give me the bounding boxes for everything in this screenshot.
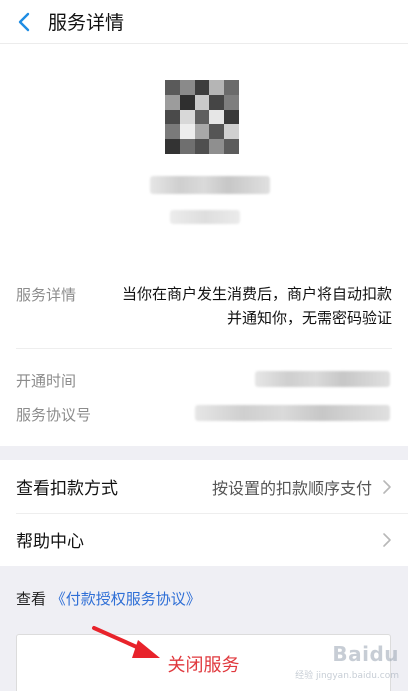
open-time-label: 开通时间 [16,372,77,390]
payment-method-label: 查看扣款方式 [16,479,118,499]
payment-method-item[interactable]: 查看扣款方式 按设置的扣款顺序支付 [0,460,408,513]
merchant-name-redacted [150,176,270,194]
agreement-number-value-redacted [195,405,390,421]
watermark-brand: Baidu [332,642,399,666]
open-time-value-redacted [255,371,390,387]
watermark: Baidu 经验 jingyan.baidu.com [280,640,405,688]
service-info-card: 服务详情 当你在商户发生消费后，商户将自动扣款并通知你，无需密码验证 开通时间 … [0,260,408,446]
chevron-left-icon [18,12,30,31]
merchant-subtitle-redacted [170,210,240,224]
divider [16,348,392,349]
help-center-item[interactable]: 帮助中心 [0,513,408,566]
agreement-line: 查看 《付款授权服务协议》 [16,588,201,609]
back-button[interactable] [4,0,44,44]
agreement-prefix: 查看 [16,590,47,608]
payment-method-value: 按设置的扣款顺序支付 [211,478,372,498]
service-detail-value: 当你在商户发生消费后，商户将自动扣款并通知你，无需密码验证 [122,285,393,327]
merchant-logo [165,80,239,154]
watermark-sub: 经验 jingyan.baidu.com [295,671,399,681]
divider [16,513,408,514]
agreement-link[interactable]: 《付款授权服务协议》 [51,590,201,608]
service-detail-label: 服务详情 [16,286,77,304]
header-bar: 服务详情 [0,0,408,44]
chevron-right-icon [383,532,391,547]
help-center-label: 帮助中心 [16,532,84,552]
chevron-right-icon [383,479,391,494]
annotation-arrow-icon [92,626,160,658]
page-title: 服务详情 [48,12,125,34]
agreement-number-label: 服务协议号 [16,406,92,424]
merchant-card [0,44,408,260]
